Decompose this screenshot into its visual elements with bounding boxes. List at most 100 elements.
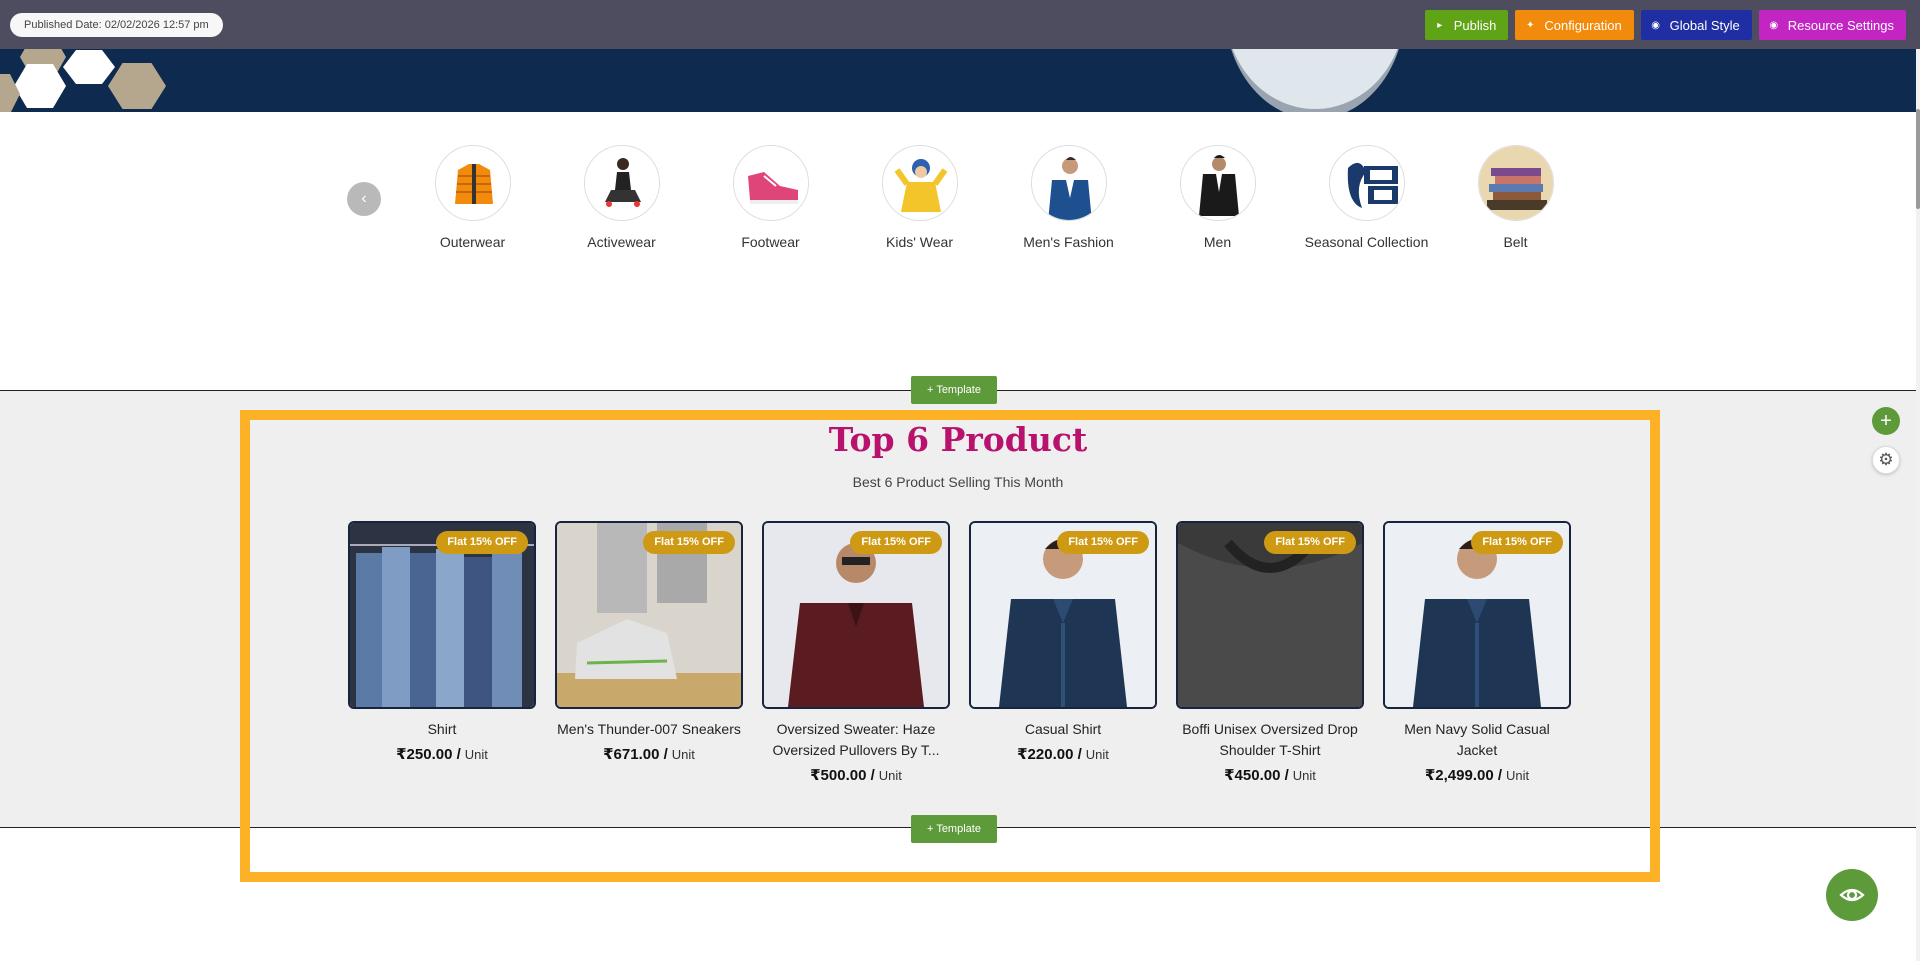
price-unit: Unit: [1085, 747, 1109, 762]
category-item-men[interactable]: Men: [1143, 145, 1292, 250]
product-name: Boffi Unisex Oversized Drop Shoulder T-S…: [1182, 721, 1358, 758]
product-card[interactable]: Flat 15% OFF Boffi Unisex Oversized Drop…: [1176, 521, 1364, 784]
chevron-left-icon: ‹: [361, 190, 367, 207]
megaphone-icon: ▸: [1437, 19, 1443, 31]
outlook-logo-icon: [1328, 145, 1405, 221]
price-unit: Unit: [1292, 768, 1316, 783]
price-value: ₹250.00 /: [396, 746, 461, 763]
eye-icon: [1839, 888, 1865, 902]
hexagon-decoration: [14, 64, 66, 108]
category-carousel: Outerwear Activewear Footwear Kids' Wear…: [398, 145, 1590, 250]
product-card[interactable]: Flat 15% OFF Shirt ₹250.00 /Unit: [348, 521, 536, 784]
category-item-activewear[interactable]: Activewear: [547, 145, 696, 250]
product-name: Men Navy Solid Casual Jacket: [1404, 721, 1550, 758]
product-name: Casual Shirt: [1024, 721, 1102, 737]
published-date-badge: Published Date: 02/02/2026 12:57 pm: [10, 13, 223, 37]
price-value: ₹450.00 /: [1224, 767, 1289, 784]
product-image: Flat 15% OFF: [969, 521, 1157, 709]
preview-button[interactable]: [1826, 869, 1878, 921]
product-name: Oversized Sweater: Haze Oversized Pullov…: [772, 721, 940, 758]
category-item-footwear[interactable]: Footwear: [696, 145, 845, 250]
product-price: ₹671.00 /Unit: [555, 745, 743, 763]
product-image: Flat 15% OFF: [348, 521, 536, 709]
category-item-belt[interactable]: Belt: [1441, 145, 1590, 250]
price-unit: Unit: [464, 747, 488, 762]
product-price: ₹450.00 /Unit: [1176, 766, 1364, 784]
puffer-jacket-icon: [434, 145, 511, 221]
discount-badge: Flat 15% OFF: [1057, 531, 1149, 554]
product-image: Flat 15% OFF: [555, 521, 743, 709]
section-subtitle: Best 6 Product Selling This Month: [852, 474, 1064, 490]
section-settings-button[interactable]: ⚙: [1872, 446, 1900, 474]
category-label: Kids' Wear: [886, 234, 953, 250]
globe-icon: ◉: [1651, 19, 1661, 31]
category-item-outerwear[interactable]: Outerwear: [398, 145, 547, 250]
product-price: ₹250.00 /Unit: [348, 745, 536, 763]
price-value: ₹671.00 /: [603, 746, 668, 763]
discount-badge: Flat 15% OFF: [436, 531, 528, 554]
category-label: Men's Fashion: [1023, 234, 1114, 250]
configuration-button-label: Configuration: [1544, 17, 1622, 33]
hexagon-decoration: [0, 74, 20, 112]
category-item-kids-wear[interactable]: Kids' Wear: [845, 145, 994, 250]
hero-image-circle: [1225, 49, 1405, 112]
pink-sneaker-icon: [732, 145, 809, 221]
configuration-button[interactable]: ✦ Configuration: [1515, 10, 1634, 40]
category-label: Outerwear: [439, 234, 506, 250]
admin-toolbar: Published Date: 02/02/2026 12:57 pm ▸ Pu…: [0, 0, 1920, 49]
price-value: ₹220.00 /: [1017, 746, 1082, 763]
child-yellow-jacket-icon: [881, 145, 958, 221]
add-template-button-bottom[interactable]: + Template: [911, 815, 997, 843]
publish-button-label: Publish: [1453, 17, 1497, 33]
section-title: Top 6 Product: [828, 420, 1088, 459]
discount-badge: Flat 15% OFF: [850, 531, 942, 554]
product-card[interactable]: Flat 15% OFF Casual Shirt ₹220.00 /Unit: [969, 521, 1157, 784]
add-template-button-top[interactable]: + Template: [911, 376, 997, 404]
discount-badge: Flat 15% OFF: [643, 531, 735, 554]
woman-sitting-icon: [583, 145, 660, 221]
resource-settings-button[interactable]: ◉ Resource Settings: [1758, 10, 1906, 40]
product-image: Flat 15% OFF: [1176, 521, 1364, 709]
category-item-mens-fashion[interactable]: Men's Fashion: [994, 145, 1143, 250]
discount-badge: Flat 15% OFF: [1471, 531, 1563, 554]
global-style-button-label: Global Style: [1669, 17, 1740, 33]
category-label: Footwear: [741, 234, 800, 250]
plus-icon: +: [1880, 410, 1892, 432]
product-image: Flat 15% OFF: [1383, 521, 1571, 709]
price-value: ₹2,499.00 /: [1424, 767, 1503, 784]
hero-banner: [0, 49, 1918, 112]
category-label: Belt: [1503, 234, 1528, 250]
product-price: ₹500.00 /Unit: [762, 766, 950, 784]
product-card[interactable]: Flat 15% OFF Men Navy Solid Casual Jacke…: [1383, 521, 1571, 784]
category-label: Seasonal Collection: [1304, 234, 1429, 250]
toolbar-actions: ▸ Publish ✦ Configuration ◉ Global Style…: [1424, 10, 1906, 40]
sparkle-icon: ✦: [1526, 19, 1535, 31]
man-black-jacket-icon: [1179, 145, 1256, 221]
man-denim-icon: [1030, 145, 1107, 221]
product-card[interactable]: Flat 15% OFF Men's Thunder-007 Sneakers …: [555, 521, 743, 784]
category-item-seasonal-collection[interactable]: Seasonal Collection: [1292, 145, 1441, 250]
category-label: Activewear: [587, 234, 656, 250]
price-unit: Unit: [1506, 768, 1530, 783]
category-prev-button[interactable]: ‹: [347, 182, 381, 216]
page-scrollbar[interactable]: [1916, 49, 1920, 961]
product-price: ₹2,499.00 /Unit: [1383, 766, 1571, 784]
discount-badge: Flat 15% OFF: [1264, 531, 1356, 554]
hexagon-decoration: [108, 63, 166, 109]
add-section-button[interactable]: +: [1872, 407, 1900, 435]
resource-settings-button-label: Resource Settings: [1787, 17, 1894, 33]
product-card[interactable]: Flat 15% OFF Oversized Sweater: Haze Ove…: [762, 521, 950, 784]
gear-icon: ⚙: [1878, 450, 1894, 469]
product-name: Shirt: [427, 721, 457, 737]
product-name: Men's Thunder-007 Sneakers: [557, 721, 741, 737]
books-stack-icon: [1477, 145, 1554, 221]
price-value: ₹500.00 /: [810, 767, 875, 784]
price-unit: Unit: [878, 768, 902, 783]
product-image: Flat 15% OFF: [762, 521, 950, 709]
publish-button[interactable]: ▸ Publish: [1424, 10, 1509, 40]
product-price: ₹220.00 /Unit: [969, 745, 1157, 763]
price-unit: Unit: [671, 747, 695, 762]
global-style-button[interactable]: ◉ Global Style: [1640, 10, 1752, 40]
scrollbar-thumb[interactable]: [1916, 109, 1920, 209]
settings-icon: ◉: [1769, 19, 1779, 31]
